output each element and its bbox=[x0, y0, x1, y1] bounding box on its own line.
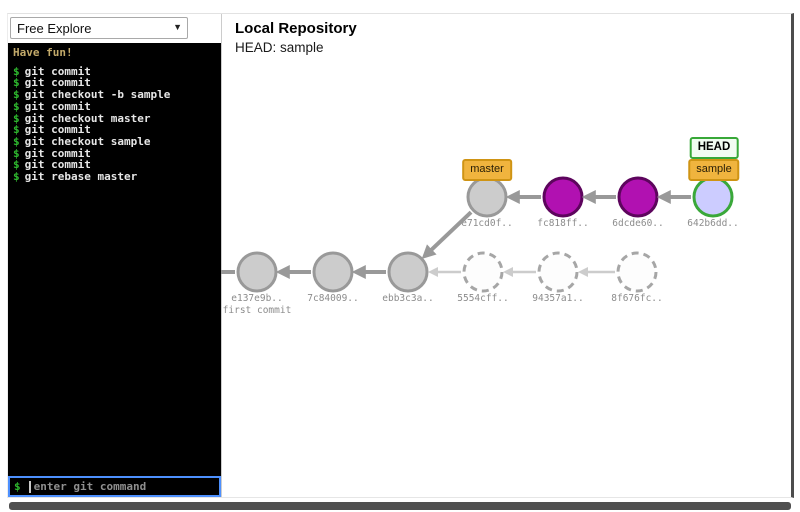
terminal-output: Have fun! $ git commit $ git commit $ git che… bbox=[8, 43, 221, 476]
commit-node bbox=[616, 251, 658, 293]
commit-id-label: fc818ff.. bbox=[537, 218, 588, 229]
prompt-symbol: $ bbox=[13, 134, 20, 148]
commit-id-label: 8f676fc.. bbox=[611, 293, 662, 304]
branch-tag-master: master bbox=[462, 159, 512, 181]
commit-node bbox=[312, 251, 354, 293]
control-panel: Free Explore ▼ Have fun! $ git commit $ git… bbox=[8, 14, 222, 497]
head-status: HEAD: sample bbox=[235, 40, 324, 55]
text-cursor bbox=[28, 480, 31, 493]
commit-node bbox=[692, 176, 734, 218]
commit-node bbox=[537, 251, 579, 293]
commit-id-label: e137e9b.. bbox=[231, 293, 282, 304]
commit-node bbox=[462, 251, 504, 293]
commit-id-label: e71cd0f.. bbox=[461, 218, 512, 229]
commit-id-label: 7c84009.. bbox=[307, 293, 358, 304]
branch-tag-sample: sample bbox=[688, 159, 740, 181]
terminal-line: $ git rebase master bbox=[13, 171, 216, 183]
terminal-command: git rebase master bbox=[24, 170, 138, 184]
commit-node bbox=[542, 176, 584, 218]
commit-id-label: 94357a1.. bbox=[532, 293, 583, 304]
commit-id-label: 642b6dd.. bbox=[687, 218, 738, 229]
commit-message-label: first commit bbox=[223, 305, 292, 316]
commit-edge-arrow bbox=[421, 210, 473, 260]
app-window: Free Explore ▼ Have fun! $ git commit $ git… bbox=[7, 13, 794, 498]
head-tag: HEAD bbox=[689, 137, 739, 159]
prompt-symbol: $ bbox=[13, 170, 20, 184]
commit-id-label: 6dcde60.. bbox=[612, 218, 663, 229]
commit-node bbox=[466, 176, 508, 218]
commit-id-label: 5554cff.. bbox=[457, 293, 508, 304]
scenario-select[interactable]: Free Explore bbox=[10, 17, 188, 39]
git-command-input[interactable] bbox=[33, 480, 215, 493]
repo-header: Local Repository HEAD: sample bbox=[235, 20, 357, 55]
window-shadow bbox=[9, 502, 791, 510]
page-title: Local Repository bbox=[235, 20, 357, 37]
commit-nodes: e71cd0f.. fc818ff.. 6dcde60.. 642b6dd.. e137… bbox=[223, 176, 739, 316]
commit-edges bbox=[221, 190, 691, 279]
prompt-symbol: $ bbox=[13, 99, 20, 113]
commit-node bbox=[387, 251, 429, 293]
prompt-symbol: $ bbox=[14, 480, 21, 493]
commit-id-label: ebb3c3a.. bbox=[382, 293, 433, 304]
scenario-row: Free Explore ▼ bbox=[8, 14, 221, 43]
commit-node bbox=[617, 176, 659, 218]
command-input-row: $ bbox=[8, 476, 221, 497]
commit-node bbox=[236, 251, 278, 293]
scenario-select-wrap: Free Explore ▼ bbox=[10, 17, 188, 39]
terminal-welcome: Have fun! bbox=[13, 46, 73, 59]
